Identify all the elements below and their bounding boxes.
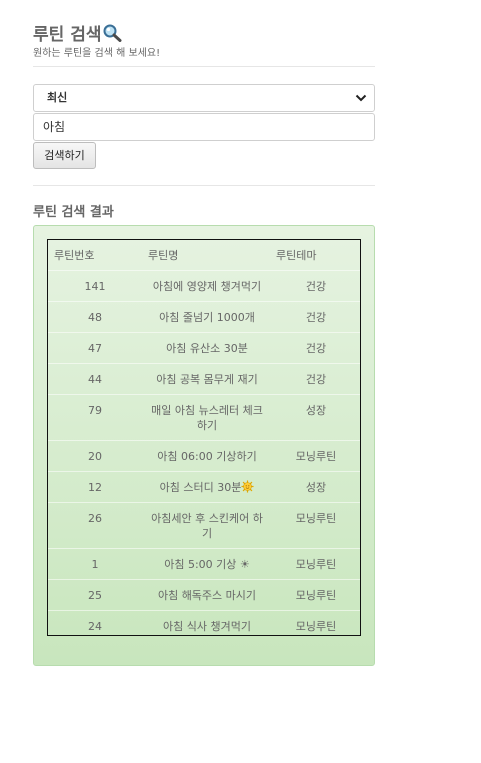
table-header-row: 루틴번호 루틴명 루틴테마: [48, 240, 360, 270]
cell-theme: 건강: [272, 362, 360, 394]
results-panel: 루틴번호 루틴명 루틴테마 141 아침에 영양제 챙겨먹기 건강 48 아침 …: [33, 225, 375, 666]
cell-theme: 성장: [272, 470, 360, 502]
cell-id: 79: [48, 393, 142, 440]
cell-theme: 건강: [272, 331, 360, 363]
cell-theme: 모닝루틴: [272, 439, 360, 471]
cell-name: 매일 아침 뉴스레터 체크하기: [142, 393, 272, 440]
column-header-name: 루틴명: [148, 248, 179, 262]
page-title-text: 루틴 검색: [33, 25, 102, 45]
cell-id: 12: [48, 470, 142, 502]
sort-select[interactable]: 최신: [33, 84, 375, 112]
search-input[interactable]: 아침: [33, 113, 375, 141]
page-subtitle: 원하는 루틴을 검색 해 보세요!: [33, 48, 161, 59]
magnifier-icon: [103, 24, 122, 42]
search-input-value: 아침: [43, 120, 66, 134]
cell-id: 24: [48, 609, 142, 641]
table-row[interactable]: 141 아침에 영양제 챙겨먹기 건강: [48, 269, 360, 301]
cell-theme: 건강: [272, 269, 360, 301]
cell-name: 아침세안 후 스킨케어 하기: [142, 501, 272, 548]
cell-name-text: 아침 스터디 30분: [159, 480, 242, 494]
cell-id: 47: [48, 331, 142, 363]
page: 루틴 검색 원하는 루틴을 검색 해 보세요! 최신 아침 검색하기 루틴 검색…: [0, 0, 481, 763]
cell-name: 아침 06:00 기상하기: [142, 439, 272, 471]
table-row[interactable]: 44 아침 공복 몸무게 재기 건강: [48, 362, 360, 394]
cell-theme: 모닝루틴: [272, 609, 360, 641]
cell-id: 48: [48, 300, 142, 332]
page-title: 루틴 검색: [33, 20, 122, 45]
cell-name: 아침 5:00 기상 ☀: [142, 547, 272, 579]
results-table: 루틴번호 루틴명 루틴테마 141 아침에 영양제 챙겨먹기 건강 48 아침 …: [48, 240, 360, 641]
cell-name: 아침에 영양제 챙겨먹기: [142, 269, 272, 301]
cell-name: 아침 유산소 30분: [142, 331, 272, 363]
cell-id: 141: [48, 269, 142, 301]
cell-theme: 모닝루틴: [272, 547, 360, 579]
divider: [33, 66, 375, 67]
table-row[interactable]: 1 아침 5:00 기상 ☀ 모닝루틴: [48, 547, 360, 579]
table-row[interactable]: 48 아침 줄넘기 1000개 건강: [48, 300, 360, 332]
table-row[interactable]: 24 아침 식사 챙겨먹기 모닝루틴: [48, 609, 360, 641]
cell-theme: 건강: [272, 300, 360, 332]
cell-id: 20: [48, 439, 142, 471]
cell-id: 26: [48, 501, 142, 548]
cell-theme: 모닝루틴: [272, 578, 360, 610]
sun-icon: [241, 479, 254, 493]
cell-theme: 성장: [272, 393, 360, 440]
chevron-down-icon: [355, 94, 367, 102]
cell-theme: 모닝루틴: [272, 501, 360, 548]
table-row[interactable]: 79 매일 아침 뉴스레터 체크하기 성장: [48, 393, 360, 440]
column-header-theme: 루틴테마: [276, 248, 317, 262]
column-header-id: 루틴번호: [54, 248, 95, 262]
search-button[interactable]: 검색하기: [33, 142, 96, 169]
cell-name: 아침 스터디 30분: [142, 470, 272, 502]
divider: [33, 185, 375, 186]
cell-name: 아침 줄넘기 1000개: [142, 300, 272, 332]
table-row[interactable]: 20 아침 06:00 기상하기 모닝루틴: [48, 439, 360, 471]
table-row[interactable]: 12 아침 스터디 30분 성장: [48, 470, 360, 502]
table-row[interactable]: 26 아침세안 후 스킨케어 하기 모닝루틴: [48, 501, 360, 548]
cell-name: 아침 공복 몸무게 재기: [142, 362, 272, 394]
cell-id: 44: [48, 362, 142, 394]
cell-name: 아침 해독주스 마시기: [142, 578, 272, 610]
cell-id: 1: [48, 547, 142, 579]
sort-select-value: 최신: [47, 91, 68, 104]
cell-id: 25: [48, 578, 142, 610]
results-title: 루틴 검색 결과: [33, 205, 114, 220]
table-row[interactable]: 25 아침 해독주스 마시기 모닝루틴: [48, 578, 360, 610]
cell-name: 아침 식사 챙겨먹기: [142, 609, 272, 641]
table-row[interactable]: 47 아침 유산소 30분 건강: [48, 331, 360, 363]
results-table-container: 루틴번호 루틴명 루틴테마 141 아침에 영양제 챙겨먹기 건강 48 아침 …: [47, 239, 361, 641]
